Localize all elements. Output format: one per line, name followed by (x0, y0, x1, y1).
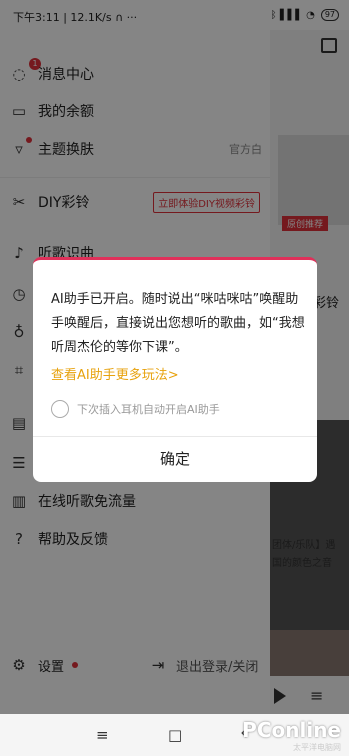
confirm-button[interactable]: 确定 (33, 437, 317, 482)
dialog-message: AI助手已开启。随时说出“咪咕咪咕”唤醒助手唤醒后，直接说出您想听的歌曲，如“我… (51, 292, 305, 355)
more-features-link[interactable]: 查看AI助手更多玩法> (51, 364, 179, 383)
ai-assistant-dialog: AI助手已开启。随时说出“咪咕咪咕”唤醒助手唤醒后，直接说出您想听的歌曲，如“我… (33, 257, 317, 482)
watermark-sub: 太平洋电脑网 (293, 743, 341, 752)
watermark: PConline 太平洋电脑网 (242, 718, 341, 753)
watermark-main: PConline (242, 718, 341, 742)
checkbox-circle-icon[interactable] (51, 400, 69, 418)
auto-enable-checkbox[interactable]: 下次插入耳机自动开启AI助手 (51, 400, 220, 418)
menu-icon[interactable]: ≡ (96, 726, 109, 744)
system-nav-bar: ≡ □ ‹ PConline 太平洋电脑网 (0, 714, 349, 756)
checkbox-label: 下次插入耳机自动开启AI助手 (77, 403, 220, 416)
home-icon[interactable]: □ (168, 726, 182, 744)
